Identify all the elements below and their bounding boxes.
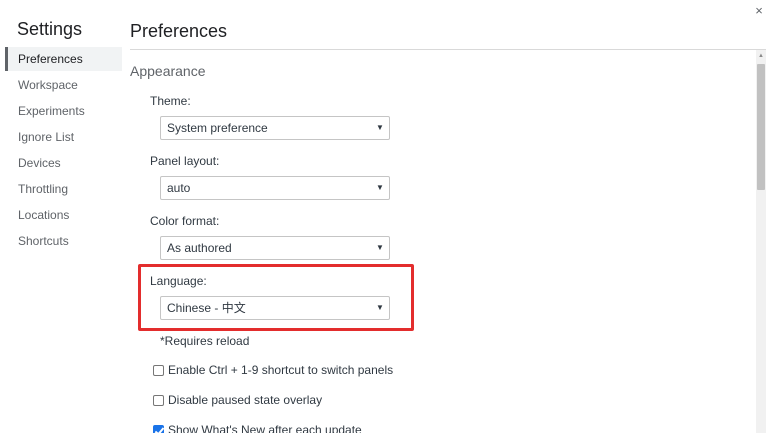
checkbox-row-whats-new[interactable]: Show What's New after each update (153, 422, 362, 433)
sidebar-item-workspace[interactable]: Workspace (5, 73, 122, 97)
title-divider (130, 49, 766, 50)
panel-layout-select[interactable]: auto ▼ (160, 176, 390, 200)
language-select[interactable]: Chinese - 中文 ▼ (160, 296, 390, 320)
paused-overlay-checkbox[interactable] (153, 395, 164, 406)
color-format-label: Color format: (150, 214, 220, 228)
paused-overlay-label: Disable paused state overlay (168, 393, 323, 407)
ctrl-shortcut-checkbox[interactable] (153, 365, 164, 376)
theme-select[interactable]: System preference ▼ (160, 116, 390, 140)
settings-window: Settings Preferences Workspace Experimen… (0, 0, 766, 433)
chevron-down-icon: ▼ (376, 183, 384, 192)
language-label: Language: (150, 274, 207, 288)
scroll-up-icon[interactable]: ▲ (756, 50, 766, 62)
chevron-down-icon: ▼ (376, 123, 384, 132)
sidebar-item-devices[interactable]: Devices (5, 151, 122, 175)
theme-select-value: System preference (167, 121, 268, 135)
color-format-select-value: As authored (167, 241, 232, 255)
panel-layout-label: Panel layout: (150, 154, 220, 168)
preferences-panel: Preferences × Appearance Theme: System p… (130, 0, 766, 433)
panel-layout-select-value: auto (167, 181, 191, 195)
color-format-select[interactable]: As authored ▼ (160, 236, 390, 260)
ctrl-shortcut-label: Enable Ctrl + 1-9 shortcut to switch pan… (168, 363, 394, 377)
page-title: Preferences (130, 21, 228, 41)
scrollbar-thumb[interactable] (757, 64, 765, 190)
settings-title: Settings (17, 19, 83, 39)
sidebar-item-throttling[interactable]: Throttling (5, 177, 122, 201)
sidebar-item-experiments[interactable]: Experiments (5, 99, 122, 123)
sidebar-item-ignore-list[interactable]: Ignore List (5, 125, 122, 149)
sidebar-item-locations[interactable]: Locations (5, 203, 122, 227)
whats-new-label: Show What's New after each update (168, 423, 362, 433)
language-select-value: Chinese - 中文 (167, 301, 246, 315)
requires-reload-note: *Requires reload (160, 334, 250, 348)
section-title-appearance: Appearance (130, 63, 206, 79)
chevron-down-icon: ▼ (376, 243, 384, 252)
checkbox-row-ctrl-shortcut[interactable]: Enable Ctrl + 1-9 shortcut to switch pan… (153, 362, 393, 378)
checkbox-row-paused-overlay[interactable]: Disable paused state overlay (153, 392, 322, 408)
sidebar-item-shortcuts[interactable]: Shortcuts (5, 229, 122, 253)
sidebar-item-preferences[interactable]: Preferences (5, 47, 122, 71)
close-icon[interactable]: × (752, 4, 766, 18)
settings-sidebar: Settings Preferences Workspace Experimen… (0, 0, 122, 433)
theme-label: Theme: (150, 94, 191, 108)
whats-new-checkbox[interactable] (153, 425, 164, 433)
chevron-down-icon: ▼ (376, 303, 384, 312)
vertical-scrollbar[interactable]: ▲ (756, 50, 766, 433)
